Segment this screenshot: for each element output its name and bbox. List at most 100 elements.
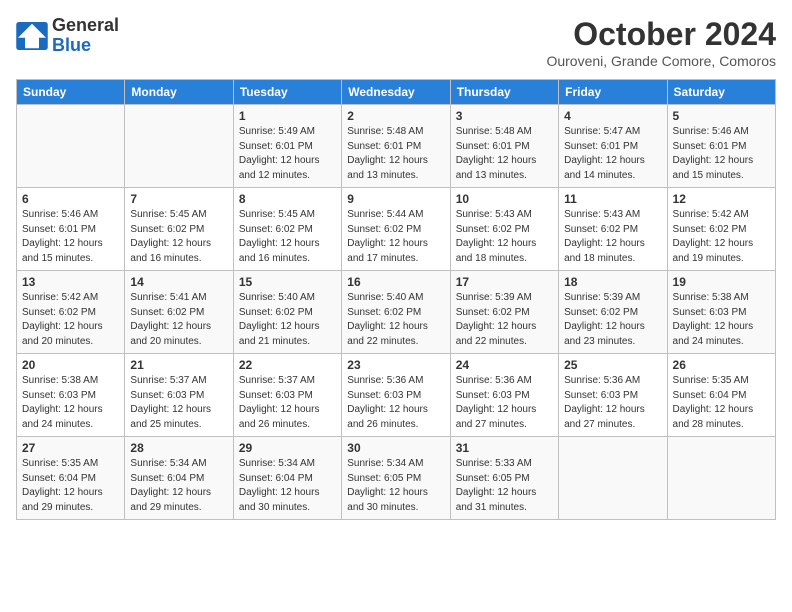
day-info: Sunrise: 5:36 AMSunset: 6:03 PMDaylight:… (456, 374, 553, 432)
calendar-cell: 30 Sunrise: 5:34 AMSunset: 6:05 PMDayligh… (342, 437, 450, 520)
calendar-body: 1 Sunrise: 5:49 AMSunset: 6:01 PMDaylight… (17, 105, 776, 520)
day-number: 11 (564, 192, 661, 206)
calendar-cell: 5 Sunrise: 5:46 AMSunset: 6:01 PMDaylight… (667, 105, 775, 188)
day-info: Sunrise: 5:36 AMSunset: 6:03 PMDaylight:… (564, 374, 661, 432)
day-number: 23 (347, 358, 444, 372)
day-info: Sunrise: 5:45 AMSunset: 6:02 PMDaylight:… (239, 208, 336, 266)
day-info: Sunrise: 5:42 AMSunset: 6:02 PMDaylight:… (673, 208, 770, 266)
header-day-saturday: Saturday (667, 80, 775, 105)
calendar-cell: 23Sunrise: 5:36 AMSunset: 6:03 PMDayligh… (342, 354, 450, 437)
day-number: 25 (564, 358, 661, 372)
calendar-cell (667, 437, 775, 520)
logo-line2: Blue (52, 36, 119, 56)
day-info: Sunrise: 5:40 AMSunset: 6:02 PMDaylight:… (347, 291, 444, 349)
day-number: 5 (673, 109, 770, 123)
day-number: 2 (347, 109, 444, 123)
header-day-wednesday: Wednesday (342, 80, 450, 105)
day-info: Sunrise: 5:38 AMSunset: 6:03 PMDaylight:… (22, 374, 119, 432)
calendar-cell: 15Sunrise: 5:40 AMSunset: 6:02 PMDayligh… (233, 271, 341, 354)
day-number: 3 (456, 109, 553, 123)
calendar-cell: 24 Sunrise: 5:36 AMSunset: 6:03 PMDayligh… (450, 354, 558, 437)
header-day-tuesday: Tuesday (233, 80, 341, 105)
day-number: 10 (456, 192, 553, 206)
calendar-cell: 17Sunrise: 5:39 AMSunset: 6:02 PMDayligh… (450, 271, 558, 354)
calendar-table: SundayMondayTuesdayWednesdayThursdayFrid… (16, 79, 776, 520)
week-row-2: 6 Sunrise: 5:46 AMSunset: 6:01 PMDaylight… (17, 188, 776, 271)
calendar-cell: 21 Sunrise: 5:37 AMSunset: 6:03 PMDayligh… (125, 354, 233, 437)
day-info: Sunrise: 5:45 AMSunset: 6:02 PMDaylight:… (130, 208, 227, 266)
day-info: Sunrise: 5:39 AMSunset: 6:02 PMDaylight:… (456, 291, 553, 349)
calendar-cell (17, 105, 125, 188)
day-info: Sunrise: 5:37 AMSunset: 6:03 PMDaylight:… (130, 374, 227, 432)
calendar-cell: 26 Sunrise: 5:35 AMSunset: 6:04 PMDayligh… (667, 354, 775, 437)
day-number: 30 (347, 441, 444, 455)
day-number: 29 (239, 441, 336, 455)
calendar-cell: 25 Sunrise: 5:36 AMSunset: 6:03 PMDayligh… (559, 354, 667, 437)
day-info: Sunrise: 5:38 AMSunset: 6:03 PMDaylight:… (673, 291, 770, 349)
day-number: 4 (564, 109, 661, 123)
day-info: Sunrise: 5:33 AMSunset: 6:05 PMDaylight:… (456, 457, 553, 515)
header-day-sunday: Sunday (17, 80, 125, 105)
day-number: 27 (22, 441, 119, 455)
day-info: Sunrise: 5:49 AMSunset: 6:01 PMDaylight:… (239, 125, 336, 183)
logo-icon (16, 22, 48, 50)
week-row-1: 1 Sunrise: 5:49 AMSunset: 6:01 PMDaylight… (17, 105, 776, 188)
day-info: Sunrise: 5:35 AMSunset: 6:04 PMDaylight:… (673, 374, 770, 432)
day-info: Sunrise: 5:46 AMSunset: 6:01 PMDaylight:… (22, 208, 119, 266)
calendar-cell: 19 Sunrise: 5:38 AMSunset: 6:03 PMDayligh… (667, 271, 775, 354)
header-day-thursday: Thursday (450, 80, 558, 105)
month-title: October 2024 (546, 16, 776, 53)
calendar-cell: 28Sunrise: 5:34 AMSunset: 6:04 PMDayligh… (125, 437, 233, 520)
day-info: Sunrise: 5:43 AMSunset: 6:02 PMDaylight:… (456, 208, 553, 266)
day-number: 13 (22, 275, 119, 289)
day-number: 22 (239, 358, 336, 372)
day-number: 24 (456, 358, 553, 372)
calendar-cell: 13 Sunrise: 5:42 AMSunset: 6:02 PMDayligh… (17, 271, 125, 354)
day-info: Sunrise: 5:40 AMSunset: 6:02 PMDaylight:… (239, 291, 336, 349)
calendar-cell: 22Sunrise: 5:37 AMSunset: 6:03 PMDayligh… (233, 354, 341, 437)
title-block: October 2024 Ouroveni, Grande Comore, Co… (546, 16, 776, 69)
day-info: Sunrise: 5:41 AMSunset: 6:02 PMDaylight:… (130, 291, 227, 349)
day-info: Sunrise: 5:46 AMSunset: 6:01 PMDaylight:… (673, 125, 770, 183)
calendar-cell: 6 Sunrise: 5:46 AMSunset: 6:01 PMDaylight… (17, 188, 125, 271)
calendar-header-row: SundayMondayTuesdayWednesdayThursdayFrid… (17, 80, 776, 105)
logo-line1: General (52, 16, 119, 36)
day-number: 1 (239, 109, 336, 123)
calendar-cell: 4Sunrise: 5:47 AMSunset: 6:01 PMDaylight… (559, 105, 667, 188)
calendar-cell: 9Sunrise: 5:44 AMSunset: 6:02 PMDaylight… (342, 188, 450, 271)
day-info: Sunrise: 5:34 AMSunset: 6:05 PMDaylight:… (347, 457, 444, 515)
location-subtitle: Ouroveni, Grande Comore, Comoros (546, 53, 776, 69)
calendar-cell: 7Sunrise: 5:45 AMSunset: 6:02 PMDaylight… (125, 188, 233, 271)
day-info: Sunrise: 5:39 AMSunset: 6:02 PMDaylight:… (564, 291, 661, 349)
calendar-cell (125, 105, 233, 188)
calendar-cell: 12 Sunrise: 5:42 AMSunset: 6:02 PMDayligh… (667, 188, 775, 271)
day-number: 8 (239, 192, 336, 206)
day-number: 20 (22, 358, 119, 372)
day-number: 18 (564, 275, 661, 289)
day-number: 9 (347, 192, 444, 206)
logo: General Blue (16, 16, 119, 56)
calendar-cell: 8 Sunrise: 5:45 AMSunset: 6:02 PMDaylight… (233, 188, 341, 271)
day-info: Sunrise: 5:42 AMSunset: 6:02 PMDaylight:… (22, 291, 119, 349)
calendar-cell: 10 Sunrise: 5:43 AMSunset: 6:02 PMDayligh… (450, 188, 558, 271)
calendar-cell: 2Sunrise: 5:48 AMSunset: 6:01 PMDaylight… (342, 105, 450, 188)
day-number: 19 (673, 275, 770, 289)
calendar-cell (559, 437, 667, 520)
day-info: Sunrise: 5:34 AMSunset: 6:04 PMDaylight:… (239, 457, 336, 515)
day-number: 6 (22, 192, 119, 206)
calendar-cell: 1 Sunrise: 5:49 AMSunset: 6:01 PMDaylight… (233, 105, 341, 188)
calendar-cell: 16 Sunrise: 5:40 AMSunset: 6:02 PMDayligh… (342, 271, 450, 354)
day-number: 12 (673, 192, 770, 206)
day-number: 21 (130, 358, 227, 372)
day-info: Sunrise: 5:43 AMSunset: 6:02 PMDaylight:… (564, 208, 661, 266)
day-number: 14 (130, 275, 227, 289)
day-number: 26 (673, 358, 770, 372)
calendar-cell: 14 Sunrise: 5:41 AMSunset: 6:02 PMDayligh… (125, 271, 233, 354)
calendar-cell: 29 Sunrise: 5:34 AMSunset: 6:04 PMDayligh… (233, 437, 341, 520)
day-number: 16 (347, 275, 444, 289)
calendar-cell: 18 Sunrise: 5:39 AMSunset: 6:02 PMDayligh… (559, 271, 667, 354)
week-row-5: 27Sunrise: 5:35 AMSunset: 6:04 PMDayligh… (17, 437, 776, 520)
calendar-cell: 11 Sunrise: 5:43 AMSunset: 6:02 PMDayligh… (559, 188, 667, 271)
day-info: Sunrise: 5:48 AMSunset: 6:01 PMDaylight:… (456, 125, 553, 183)
calendar-cell: 3 Sunrise: 5:48 AMSunset: 6:01 PMDaylight… (450, 105, 558, 188)
